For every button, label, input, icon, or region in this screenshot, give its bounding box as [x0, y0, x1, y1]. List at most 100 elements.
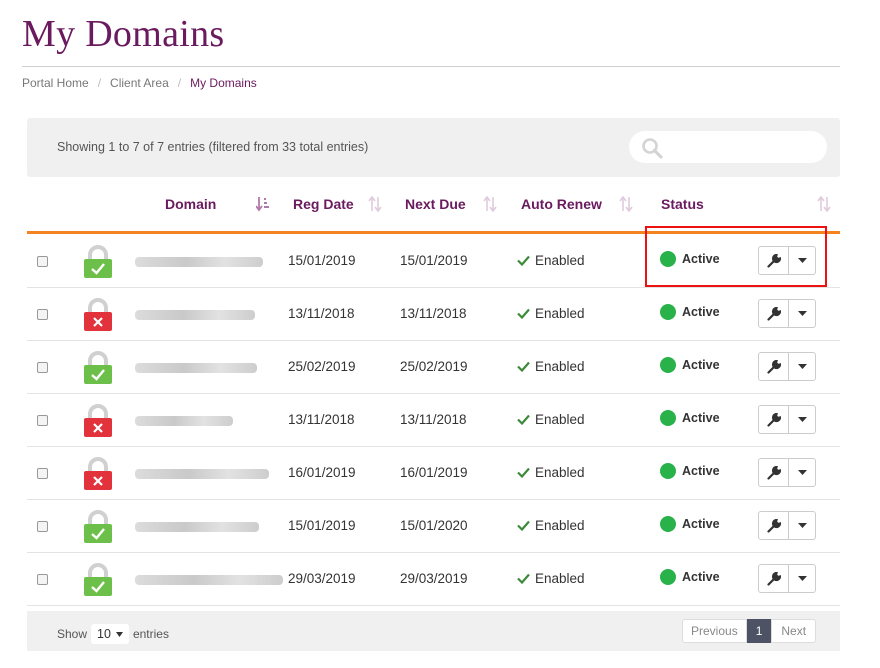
auto-renew-label: Enabled — [535, 465, 585, 480]
actions-dropdown-button[interactable] — [789, 352, 816, 381]
auto-renew: Enabled — [517, 359, 585, 374]
auto-renew-label: Enabled — [535, 253, 585, 268]
auto-renew-label: Enabled — [535, 412, 585, 427]
show-label: Show — [57, 627, 88, 641]
row-checkbox[interactable] — [37, 574, 48, 585]
domain-name[interactable] — [135, 257, 263, 267]
status-badge: Active — [660, 569, 720, 585]
caret-down-icon — [797, 576, 807, 581]
next-due-date: 15/01/2019 — [400, 253, 468, 268]
table-footer: Show 10 entries Previous 1 Next — [27, 611, 840, 651]
search-input[interactable] — [629, 131, 827, 163]
wrench-icon — [766, 518, 781, 533]
sort-icon[interactable] — [483, 195, 497, 217]
row-actions — [758, 299, 816, 328]
status-label: Active — [682, 464, 720, 478]
manage-domain-button[interactable] — [758, 458, 789, 487]
caret-down-icon — [797, 311, 807, 316]
actions-dropdown-button[interactable] — [789, 299, 816, 328]
row-checkbox[interactable] — [37, 256, 48, 267]
domain-name[interactable] — [135, 575, 283, 585]
manage-domain-button[interactable] — [758, 405, 789, 434]
status-badge: Active — [660, 304, 720, 320]
check-icon — [517, 520, 530, 531]
page-length-value: 10 — [97, 627, 111, 641]
check-icon — [517, 255, 530, 266]
domain-name[interactable] — [135, 363, 257, 373]
caret-down-icon — [797, 523, 807, 528]
status-label: Active — [682, 411, 720, 425]
next-due-date: 16/01/2019 — [400, 465, 468, 480]
caret-down-icon — [797, 417, 807, 422]
breadcrumb-current: My Domains — [190, 76, 257, 90]
page-title: My Domains — [22, 13, 225, 55]
status-dot-icon — [660, 463, 676, 479]
domain-name[interactable] — [135, 416, 233, 426]
sort-icon[interactable] — [817, 195, 831, 217]
pagination: Previous 1 Next — [682, 619, 817, 643]
status-label: Active — [682, 517, 720, 531]
status-badge: Active — [660, 463, 720, 479]
row-actions — [758, 458, 816, 487]
wrench-icon — [766, 465, 781, 480]
domain-name[interactable] — [135, 469, 269, 479]
breadcrumb-client-area[interactable]: Client Area — [110, 76, 169, 90]
next-due-date: 13/11/2018 — [400, 306, 467, 321]
reg-date: 25/02/2019 — [288, 359, 356, 374]
wrench-icon — [766, 359, 781, 374]
ssl-invalid-lock-icon — [83, 404, 113, 443]
manage-domain-button[interactable] — [758, 352, 789, 381]
sort-desc-icon[interactable] — [255, 196, 270, 217]
manage-domain-button[interactable] — [758, 511, 789, 540]
table-row[interactable]: 29/03/2019 29/03/2019 Enabled Active — [27, 553, 840, 606]
sort-icon[interactable] — [368, 195, 382, 217]
manage-domain-button[interactable] — [758, 299, 789, 328]
auto-renew-label: Enabled — [535, 518, 585, 533]
status-badge: Active — [660, 410, 720, 426]
domain-name[interactable] — [135, 310, 255, 320]
manage-domain-button[interactable] — [758, 564, 789, 593]
ssl-invalid-lock-icon — [83, 298, 113, 337]
actions-dropdown-button[interactable] — [789, 405, 816, 434]
ssl-valid-lock-icon — [83, 351, 113, 390]
page-1-button[interactable]: 1 — [746, 619, 772, 643]
column-header-next-due[interactable]: Next Due — [405, 196, 466, 212]
ssl-valid-lock-icon — [83, 510, 113, 549]
entries-label: entries — [132, 627, 169, 641]
column-header-status[interactable]: Status — [661, 196, 704, 212]
status-label: Active — [682, 305, 720, 319]
ssl-invalid-lock-icon — [83, 457, 113, 496]
domain-name[interactable] — [135, 522, 259, 532]
next-page-button[interactable]: Next — [771, 619, 817, 643]
next-due-date: 13/11/2018 — [400, 412, 467, 427]
page-length-select[interactable]: 10 — [91, 624, 129, 644]
row-checkbox[interactable] — [37, 309, 48, 320]
row-checkbox[interactable] — [37, 415, 48, 426]
table-row[interactable]: 25/02/2019 25/02/2019 Enabled Active — [27, 341, 840, 394]
row-checkbox[interactable] — [37, 521, 48, 532]
wrench-icon — [766, 571, 781, 586]
table-row[interactable]: 16/01/2019 16/01/2019 Enabled Active — [27, 447, 840, 500]
column-header-domain[interactable]: Domain — [165, 196, 216, 212]
actions-dropdown-button[interactable] — [789, 564, 816, 593]
breadcrumb-portal-home[interactable]: Portal Home — [22, 76, 89, 90]
column-header-auto-renew[interactable]: Auto Renew — [521, 196, 602, 212]
status-badge: Active — [660, 357, 720, 373]
row-actions — [758, 352, 816, 381]
table-row[interactable]: 13/11/2018 13/11/2018 Enabled Active — [27, 288, 840, 341]
caret-down-icon — [797, 364, 807, 369]
table-row[interactable]: 13/11/2018 13/11/2018 Enabled Active — [27, 394, 840, 447]
row-checkbox[interactable] — [37, 362, 48, 373]
status-dot-icon — [660, 304, 676, 320]
reg-date: 13/11/2018 — [288, 412, 355, 427]
table-row[interactable]: 15/01/2019 15/01/2020 Enabled Active — [27, 500, 840, 553]
previous-page-button[interactable]: Previous — [682, 619, 747, 643]
breadcrumb-separator: / — [97, 76, 102, 90]
auto-renew: Enabled — [517, 412, 585, 427]
actions-dropdown-button[interactable] — [789, 511, 816, 540]
column-header-reg-date[interactable]: Reg Date — [293, 196, 354, 212]
auto-renew-label: Enabled — [535, 571, 585, 586]
row-checkbox[interactable] — [37, 468, 48, 479]
sort-icon[interactable] — [619, 195, 633, 217]
actions-dropdown-button[interactable] — [789, 458, 816, 487]
